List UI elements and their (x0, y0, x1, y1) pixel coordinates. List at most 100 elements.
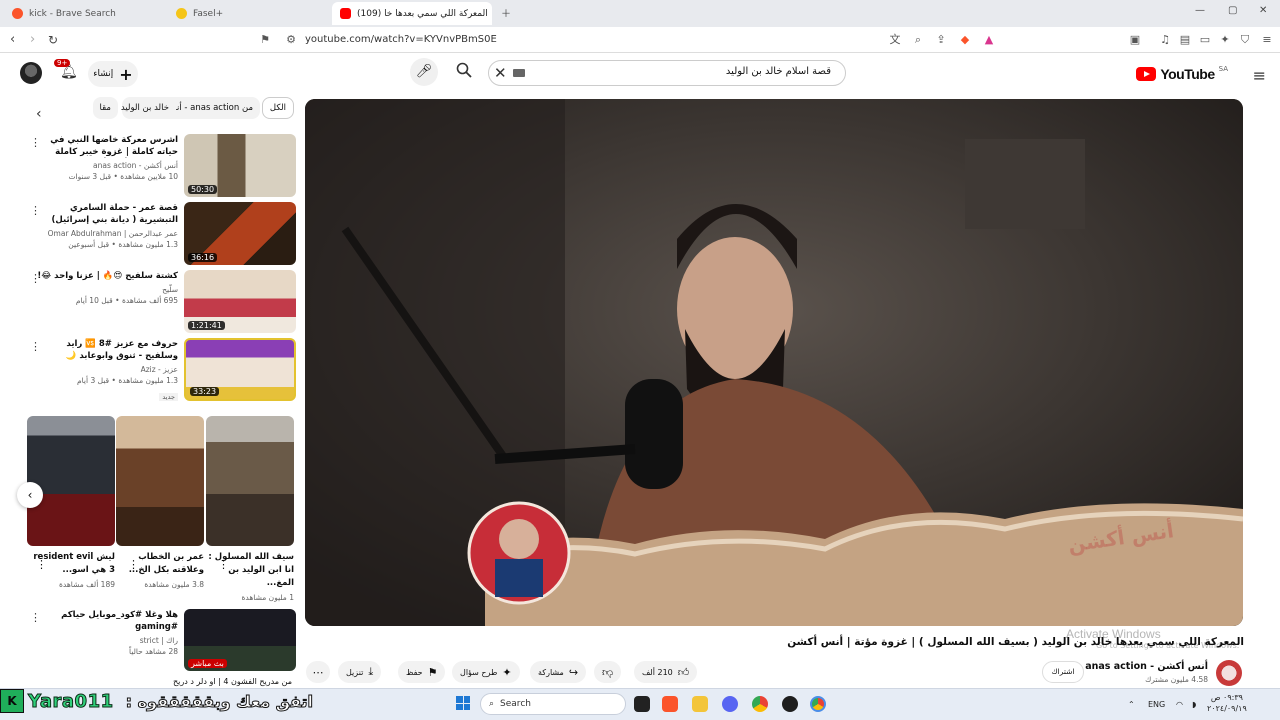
back-icon[interactable]: ‹ (10, 32, 15, 48)
more-options-icon[interactable]: ⋮ (30, 204, 41, 217)
wallet-icon[interactable]: ▭ (1198, 33, 1212, 47)
translate-icon[interactable]: 文 (888, 33, 902, 47)
language-indicator[interactable]: ENG (1148, 700, 1165, 709)
ask-label: طرح سؤال (460, 667, 498, 677)
reload-icon[interactable]: ↻ (48, 32, 58, 48)
short-thumbnail[interactable] (116, 416, 204, 546)
more-options-icon[interactable]: ⋮ (128, 558, 139, 571)
video-title[interactable]: هلا وغلا #كود_موبايل حياكم #gaming (32, 609, 178, 633)
create-button[interactable]: إنشاء + (88, 61, 138, 87)
video-channel[interactable]: راك | strict (32, 636, 178, 645)
obs-icon[interactable] (782, 696, 798, 712)
more-options-icon[interactable]: ⋮ (218, 558, 229, 571)
brave-taskbar-icon[interactable] (662, 696, 678, 712)
more-options-icon[interactable]: ⋮ (36, 558, 47, 571)
video-title[interactable]: قصة عمر - حملة السامري التبشيرية ( ديانة… (32, 202, 178, 226)
youtube-logo[interactable]: YouTube SA (1136, 65, 1228, 82)
tab-youtube[interactable]: (109) المعركة اللي سمي بعدها خا ✕ (332, 2, 492, 25)
more-options-icon[interactable]: ⋮ (30, 611, 41, 624)
short-meta[interactable]: ليش resident evil 3 هي اسو... 189 ألف مش… (27, 551, 115, 591)
tray-chevron-icon[interactable]: ⌃ (1128, 700, 1135, 709)
chip-all[interactable]: الكل (261, 97, 294, 119)
share-icon[interactable]: ⇪ (934, 33, 948, 47)
new-tab-button[interactable]: ＋ (501, 5, 511, 20)
sidebar-video[interactable]: 33:23 حروف مع عزيز #8 🆚 رايد وسلفيح - ثن… (30, 338, 296, 402)
video-thumbnail[interactable]: بث مباشر (184, 609, 296, 671)
video-title[interactable]: اشرس معركة خاضها النبي في حياته كاملة | … (32, 134, 178, 158)
video-channel[interactable]: عمر عبدالرحمن | Omar Abdulrahman (32, 229, 178, 238)
subscribe-button[interactable]: اشتراك (1042, 661, 1084, 683)
dislike-button[interactable]: 👎︎ (594, 661, 622, 683)
more-options-icon[interactable]: ⋮ (30, 136, 41, 149)
video-channel[interactable]: أنس أكشن - anas action (32, 161, 178, 170)
taskbar-search-input[interactable]: ⌕ Search (480, 693, 626, 715)
chrome-icon[interactable] (752, 696, 768, 712)
maximize-icon[interactable]: ▢ (1228, 5, 1237, 16)
taskbar-clock[interactable]: ٠٩:٣٩ ص ٢٠٢٤/٠٩/١٩ (1207, 692, 1247, 714)
voice-search-mic-icon[interactable]: 🎤︎ (410, 58, 438, 86)
site-info-icon[interactable]: ⚙ (284, 33, 298, 47)
leo-ai-icon[interactable]: ✦ (1218, 33, 1232, 47)
network-icon[interactable]: ◠ (1176, 700, 1183, 709)
short-thumbnail[interactable] (27, 416, 115, 546)
brave-shields-icon[interactable]: ◆ (958, 33, 972, 47)
more-options-icon[interactable]: ⋮ (30, 340, 41, 353)
keyboard-icon[interactable] (513, 69, 525, 77)
share-button[interactable]: ↪ مشاركة (530, 661, 587, 683)
tab-fasel[interactable]: Fasel+ (168, 2, 328, 25)
video-views: 28 مشاهد حالياً (129, 647, 178, 656)
sidebar-video[interactable]: 50:30 اشرس معركة خاضها النبي في حياته كا… (30, 134, 296, 198)
media-icon[interactable]: ♫ (1158, 33, 1172, 47)
video-thumbnail[interactable]: 33:23 (184, 338, 296, 401)
shorts-scroll-left-icon[interactable]: ‹ (17, 482, 43, 508)
vpn-icon[interactable]: ⛉ (1238, 33, 1252, 47)
ask-button[interactable]: ✦ طرح سؤال (452, 661, 520, 683)
chip-khalid[interactable]: خالد بن الوليد (121, 97, 176, 119)
notifications-bell-icon[interactable]: 🔔︎ 9+ (54, 59, 78, 80)
video-thumbnail[interactable]: 50:30 (184, 134, 296, 197)
forward-icon[interactable]: › (30, 32, 35, 48)
video-channel[interactable]: سلّيح (32, 285, 178, 294)
channel-name[interactable]: أنس أكشن - anas action (1085, 661, 1208, 672)
video-player[interactable]: أنس أكشن (305, 99, 1243, 626)
browser-menu-icon[interactable]: ≡ (1260, 33, 1274, 47)
file-explorer-icon[interactable] (692, 696, 708, 712)
video-thumbnail[interactable]: 36:16 (184, 202, 296, 265)
sidebar-toggle-icon[interactable]: ▣ (1128, 33, 1142, 47)
next-video-title-partial[interactable]: من مدريح الفشون 4 | او دلر د دريح (30, 677, 292, 687)
windows-start-icon[interactable] (456, 696, 470, 710)
channel-avatar[interactable] (1216, 660, 1242, 686)
sidebar-video[interactable]: 36:16 قصة عمر - حملة السامري التبشيرية (… (30, 202, 296, 266)
video-title[interactable]: حروف مع عزيز #8 🆚 رايد وسلفيح - ثنوق واب… (32, 338, 178, 362)
more-options-icon[interactable]: ⋮ (30, 272, 41, 285)
like-button[interactable]: 👍︎ 210 ألف (634, 661, 698, 683)
video-title[interactable]: كشتة سلفيح 😍🔥 | عزنا واحد 😂! (32, 270, 178, 282)
reader-icon[interactable]: ▤ (1178, 33, 1192, 47)
minimize-icon[interactable]: — (1195, 5, 1205, 16)
download-button[interactable]: ⤓ تنزيل (338, 661, 382, 683)
guide-menu-icon[interactable]: ≡ (1253, 66, 1266, 85)
tab-title: Fasel+ (193, 8, 224, 19)
volume-icon[interactable]: ◗ (1192, 700, 1196, 709)
search-input[interactable]: قصة اسلام خالد بن الوليد (488, 60, 846, 86)
search-icon[interactable] (456, 62, 472, 82)
discord-icon[interactable] (722, 696, 738, 712)
short-meta[interactable]: عمر بن الخطاب وعلاقته بكل الخ... 3.8 ملي… (116, 551, 204, 591)
video-channel[interactable]: عزيز - Aziz (32, 365, 178, 374)
sidebar-live-video[interactable]: بث مباشر هلا وغلا #كود_موبايل حياكم #gam… (30, 609, 296, 673)
brave-rewards-icon[interactable]: ▲ (982, 33, 996, 47)
chip-partial[interactable]: مقا (92, 97, 118, 119)
short-thumbnail[interactable] (206, 416, 294, 546)
chrome-active-icon[interactable] (810, 696, 826, 712)
save-button[interactable]: ⚑ حفظ (398, 661, 446, 683)
bookmark-icon[interactable]: ⚑ (258, 33, 272, 47)
video-thumbnail[interactable]: 1:21:41 (184, 270, 296, 333)
account-avatar[interactable] (20, 62, 42, 84)
url-field[interactable]: youtube.com/watch?v=KYVnvPBmS0E (305, 34, 497, 45)
tab-brave-search[interactable]: kick - Brave Search (4, 2, 164, 25)
zoom-icon[interactable]: ⌕ (911, 33, 925, 47)
more-actions-button[interactable]: ⋯ (306, 661, 330, 683)
task-view-icon[interactable] (634, 696, 650, 712)
sidebar-video[interactable]: 1:21:41 كشتة سلفيح 😍🔥 | عزنا واحد 😂! سلّ… (30, 270, 296, 334)
close-window-icon[interactable]: ✕ (1259, 5, 1267, 16)
